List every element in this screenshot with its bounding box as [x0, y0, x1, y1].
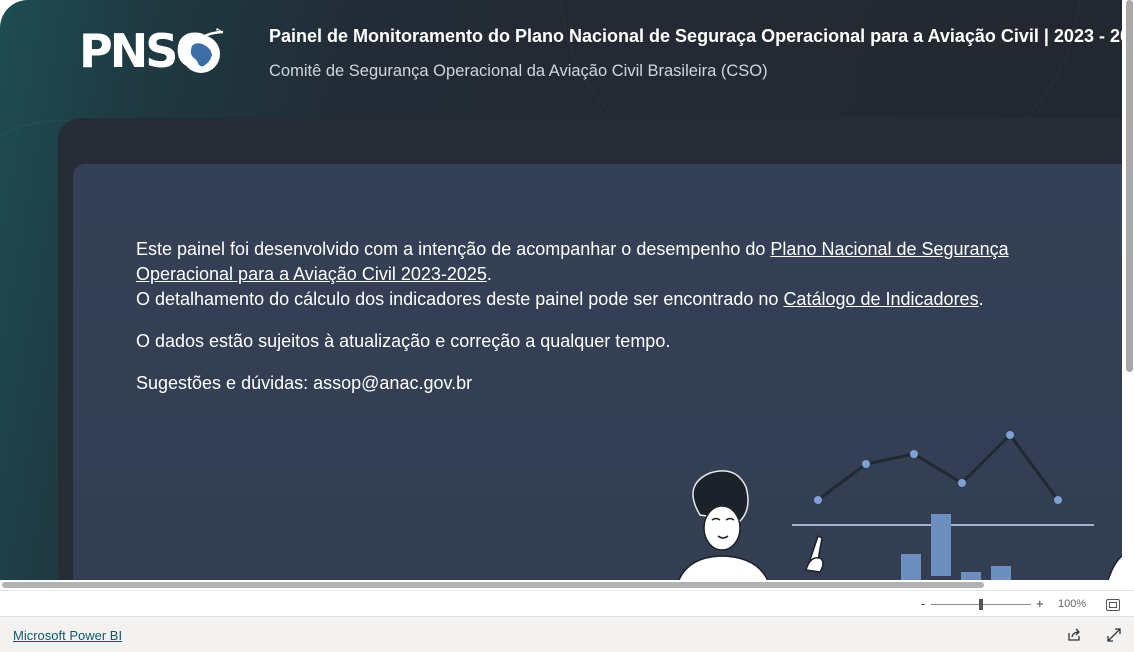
data-analysis-illustration: [678, 431, 1122, 580]
info-text: Este painel foi desenvolvido com a inten…: [136, 237, 1066, 396]
globe-airplane-icon: [179, 28, 224, 73]
catalog-text: O detalhamento do cálculo dos indicadore…: [136, 289, 784, 309]
zoom-level: 100%: [1058, 598, 1087, 610]
zoom-out-button[interactable]: -: [921, 596, 925, 611]
indicator-catalog-link[interactable]: Catálogo de Indicadores: [783, 289, 978, 309]
report-canvas: PNSO Painel de Monitoramento do Plano Na…: [0, 0, 1122, 580]
horizontal-scroll-thumb[interactable]: [2, 582, 984, 588]
expand-icon[interactable]: [1106, 627, 1122, 643]
footer-bar: Microsoft Power BI: [0, 616, 1134, 652]
punctuation: .: [486, 264, 492, 284]
vertical-scrollbar[interactable]: [1123, 0, 1134, 590]
description-paragraph: Este painel foi desenvolvido com a inten…: [136, 237, 1066, 312]
zoom-slider-handle[interactable]: [979, 599, 983, 610]
pnso-logo: PNSO: [79, 22, 229, 78]
disclaimer-text: O dados estão sujeitos à atualização e c…: [136, 331, 671, 351]
page-subtitle: Comitê de Segurança Operacional da Aviaç…: [269, 62, 768, 80]
zoom-bar: - + 100%: [0, 590, 1134, 616]
zoom-in-button[interactable]: +: [1036, 596, 1044, 611]
vertical-scroll-thumb[interactable]: [1126, 0, 1133, 372]
punctuation: .: [978, 289, 984, 309]
horizontal-scrollbar[interactable]: [0, 580, 1134, 590]
powerbi-link[interactable]: Microsoft Power BI: [13, 628, 122, 643]
contact-text: Sugestões e dúvidas: assop@anac.gov.br: [136, 373, 473, 393]
share-icon[interactable]: [1066, 627, 1082, 643]
page-title: Painel de Monitoramento do Plano Naciona…: [269, 26, 1122, 46]
report-viewport: PNSO Painel de Monitoramento do Plano Na…: [0, 0, 1134, 590]
description-text: Este painel foi desenvolvido com a inten…: [136, 239, 771, 259]
fit-to-page-icon[interactable]: [1106, 599, 1120, 611]
